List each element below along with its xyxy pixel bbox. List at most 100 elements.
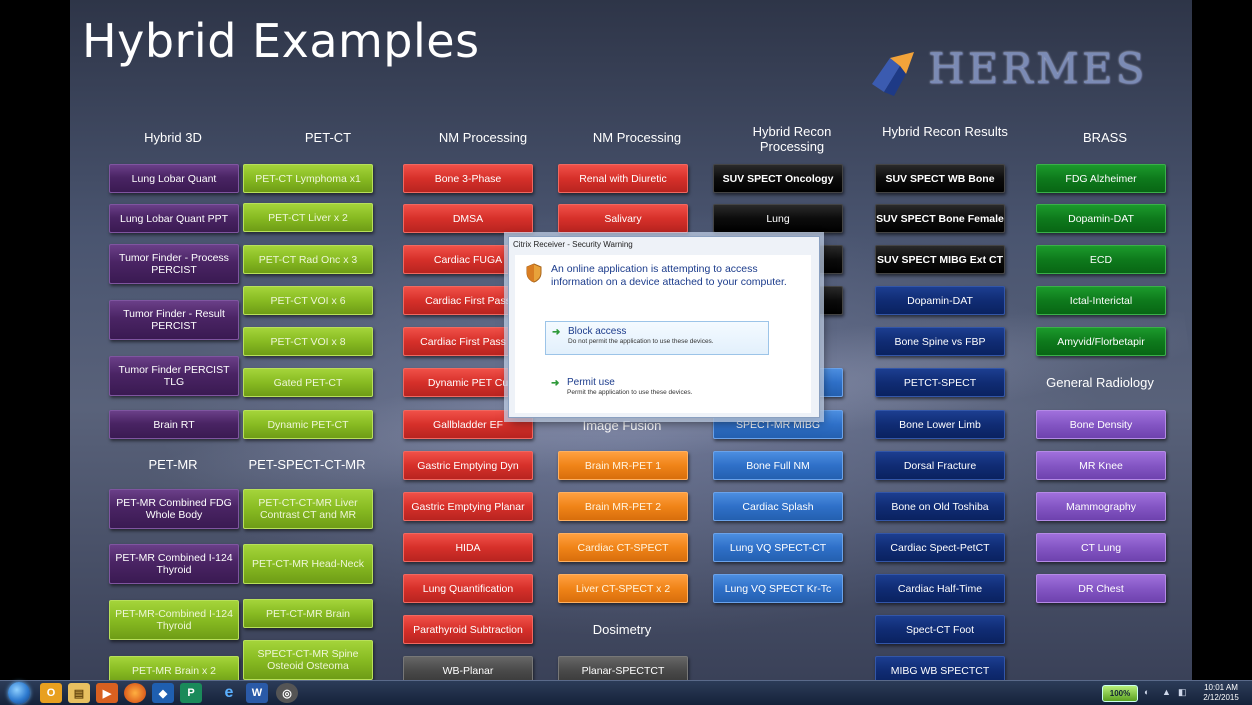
tile-cardiac-splash[interactable]: Cardiac Splash [713,492,843,521]
tile-tumor-finder-process[interactable]: Tumor Finder - Process PERCIST [109,244,239,284]
tile-cardiac-spect-petct[interactable]: Cardiac Spect-PetCT [875,533,1005,562]
option-description: Permit the application to use these devi… [567,389,693,396]
tile-tumor-finder-result[interactable]: Tumor Finder - Result PERCIST [109,300,239,340]
tile-brain-rt[interactable]: Brain RT [109,410,239,439]
tile-cardiac-half-time[interactable]: Cardiac Half-Time [875,574,1005,603]
tile-dmsa[interactable]: DMSA [403,204,533,233]
tile-lung-vq-spect-ct[interactable]: Lung VQ SPECT-CT [713,533,843,562]
green-arrow-icon: ➜ [551,378,560,389]
tile-pet-ct-ct-mr-liver[interactable]: PET-CT-CT-MR Liver Contrast CT and MR [243,489,373,529]
tile-lung-lobar-quant[interactable]: Lung Lobar Quant [109,164,239,193]
tile-dynamic-pet-ct[interactable]: Dynamic PET-CT [243,410,373,439]
tile-parathyroid-subtraction[interactable]: Parathyroid Subtraction [403,615,533,644]
security-warning-dialog: Citrix Receiver - Security Warning An on… [508,236,820,418]
section-pet-spect-ct-mr: PET-SPECT-CT-MR [248,457,366,472]
file-explorer-icon[interactable]: ▤ [68,683,90,703]
tile-dorsal-fracture[interactable]: Dorsal Fracture [875,451,1005,480]
hermes-logo-icon [872,52,914,96]
tile-tumor-finder-tlg[interactable]: Tumor Finder PERCIST TLG [109,356,239,396]
show-hidden-icons-icon[interactable]: ▲ [1162,687,1171,697]
permit-use-option[interactable]: ➜ Permit use Permit the application to u… [545,373,767,405]
column-header-hybrid-recon-processing: Hybrid Recon Processing [752,124,832,154]
tile-mr-knee[interactable]: MR Knee [1036,451,1166,480]
tile-salivary[interactable]: Salivary [558,204,688,233]
publisher-icon[interactable]: P [180,683,202,703]
tile-gastric-emptying-planar[interactable]: Gastric Emptying Planar [403,492,533,521]
section-image-fusion: Image Fusion [582,418,662,433]
tile-suv-spect-bone-female[interactable]: SUV SPECT Bone Female [875,204,1005,233]
tile-suv-spect-oncology[interactable]: SUV SPECT Oncology [713,164,843,193]
tile-brain-mr-pet-1[interactable]: Brain MR-PET 1 [558,451,688,480]
tile-dopamin-dat-brass[interactable]: Dopamin-DAT [1036,204,1166,233]
tile-bone-lower-limb[interactable]: Bone Lower Limb [875,410,1005,439]
tile-pet-ct-liver[interactable]: PET-CT Liver x 2 [243,203,373,232]
tile-dopamin-dat-recon[interactable]: Dopamin-DAT [875,286,1005,315]
tile-renal-with-diuretic[interactable]: Renal with Diuretic [558,164,688,193]
tile-amyvid-florbetapir[interactable]: Amyvid/Florbetapir [1036,327,1166,356]
battery-indicator[interactable]: 100% [1102,685,1138,702]
tile-cardiac-ct-spect[interactable]: Cardiac CT-SPECT [558,533,688,562]
clock-date: 2/12/2015 [1203,693,1239,702]
network-icon[interactable]: ◐ [1144,687,1149,697]
tile-mibg-wb-spectct[interactable]: MIBG WB SPECTCT [875,656,1005,680]
tile-suv-spect-wb-bone[interactable]: SUV SPECT WB Bone [875,164,1005,193]
section-general-radiology: General Radiology [1046,375,1154,390]
tile-pet-ct-mr-brain[interactable]: PET-CT-MR Brain [243,599,373,628]
word-icon[interactable]: W [246,683,268,703]
tile-pet-mr-fdg-whole-body[interactable]: PET-MR Combined FDG Whole Body [109,489,239,529]
option-title: Block access [568,326,627,337]
tile-bone-3-phase[interactable]: Bone 3-Phase [403,164,533,193]
tile-ecd[interactable]: ECD [1036,245,1166,274]
tile-pet-ct-mr-head-neck[interactable]: PET-CT-MR Head-Neck [243,544,373,584]
tile-fdg-alzheimer[interactable]: FDG Alzheimer [1036,164,1166,193]
tile-pet-mr-i124-thyroid[interactable]: PET-MR Combined I-124 Thyroid [109,544,239,584]
tile-gastric-emptying-dyn[interactable]: Gastric Emptying Dyn [403,451,533,480]
tile-pet-ct-rad-onc[interactable]: PET-CT Rad Onc x 3 [243,245,373,274]
tile-bone-full-nm[interactable]: Bone Full NM [713,451,843,480]
hermes-logo-text: HERMES [928,44,1148,93]
outlook-icon[interactable]: O [40,683,62,703]
tile-pet-mr-brain-x2[interactable]: PET-MR Brain x 2 [109,656,239,680]
block-access-option[interactable]: ➜ Block access Do not permit the applica… [545,321,769,355]
firefox-icon[interactable] [124,683,146,703]
slide-title: Hybrid Examples [82,14,480,68]
tile-liver-ct-spect[interactable]: Liver CT-SPECT x 2 [558,574,688,603]
tile-ictal-interictal[interactable]: Ictal-Interictal [1036,286,1166,315]
option-description: Do not permit the application to use the… [568,338,714,345]
volume-icon[interactable]: ◧ [1178,687,1187,698]
internet-explorer-icon[interactable]: e [218,683,240,703]
tile-lung-lobar-quant-ppt[interactable]: Lung Lobar Quant PPT [109,204,239,233]
tile-lung-vq-spect-kr-tc[interactable]: Lung VQ SPECT Kr-Tc [713,574,843,603]
tile-bone-density[interactable]: Bone Density [1036,410,1166,439]
column-header-hybrid-recon-results: Hybrid Recon Results [882,124,1008,139]
tile-pet-ct-voi-8[interactable]: PET-CT VOI x 8 [243,327,373,356]
start-button[interactable] [8,682,30,704]
security-shield-icon [526,263,542,283]
tile-suv-spect-mibg-ext-ct[interactable]: SUV SPECT MIBG Ext CT [875,245,1005,274]
tile-bone-spine-vs-fbp[interactable]: Bone Spine vs FBP [875,327,1005,356]
tile-planar-spectct[interactable]: Planar-SPECTCT [558,656,688,680]
tile-ct-lung[interactable]: CT Lung [1036,533,1166,562]
green-arrow-icon: ➜ [552,327,561,338]
tile-lung-quantification[interactable]: Lung Quantification [403,574,533,603]
tile-spect-ct-foot[interactable]: Spect-CT Foot [875,615,1005,644]
tile-pet-mr-combined-i124-thyroid[interactable]: PET-MR-Combined I-124 Thyroid [109,600,239,640]
media-player-icon[interactable]: ▶ [96,683,118,703]
tile-spect-ct-mr-spine[interactable]: SPECT-CT-MR Spine Osteoid Osteoma [243,640,373,680]
hermes-app-icon[interactable]: ◆ [152,683,174,703]
tile-bone-on-old-toshiba[interactable]: Bone on Old Toshiba [875,492,1005,521]
citrix-receiver-icon[interactable]: ◎ [276,683,298,703]
tile-lung[interactable]: Lung [713,204,843,233]
clock-time: 10:01 AM [1204,683,1238,692]
tile-petct-spect[interactable]: PETCT-SPECT [875,368,1005,397]
tile-pet-ct-voi-6[interactable]: PET-CT VOI x 6 [243,286,373,315]
tile-brain-mr-pet-2[interactable]: Brain MR-PET 2 [558,492,688,521]
tile-hida[interactable]: HIDA [403,533,533,562]
tile-dr-chest[interactable]: DR Chest [1036,574,1166,603]
dialog-message: An online application is attempting to a… [551,263,787,288]
tile-wb-planar[interactable]: WB-Planar [403,656,533,680]
tile-mammography[interactable]: Mammography [1036,492,1166,521]
system-clock[interactable]: 10:01 AM 2/12/2015 [1196,683,1246,703]
tile-gated-pet-ct[interactable]: Gated PET-CT [243,368,373,397]
tile-pet-ct-lymphoma[interactable]: PET-CT Lymphoma x1 [243,164,373,193]
